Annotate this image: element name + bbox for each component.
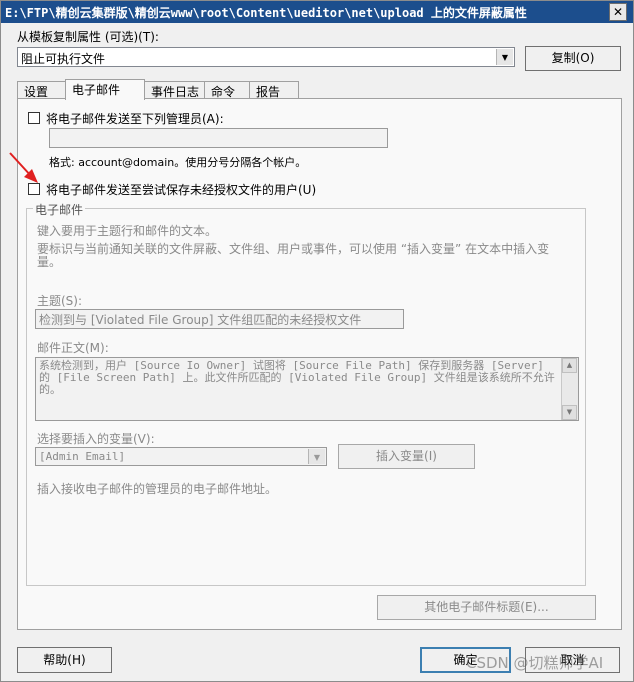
scroll-down-icon[interactable]: ▼ bbox=[562, 405, 577, 420]
chevron-down-icon[interactable]: ▼ bbox=[496, 49, 513, 65]
close-button[interactable]: ✕ bbox=[609, 3, 627, 21]
chevron-down-icon[interactable]: ▼ bbox=[308, 449, 325, 464]
email-tab-panel: 将电子邮件发送至下列管理员(A): 格式: account@domain。使用分… bbox=[9, 98, 622, 630]
tab-report[interactable]: 报告 bbox=[249, 81, 299, 99]
title-bar: E:\FTP\精创云集群版\精创云www\root\Content\uedito… bbox=[1, 1, 633, 23]
send-user-label: 将电子邮件发送至尝试保存未经授权文件的用户(U) bbox=[46, 183, 317, 197]
template-select[interactable]: 阻止可执行文件 ▼ bbox=[17, 47, 515, 67]
subject-label: 主题(S): bbox=[37, 294, 83, 308]
email-groupbox: 电子邮件 键入要用于主题行和邮件的文本。 要标识与当前通知关联的文件屏蔽、文件组… bbox=[26, 201, 586, 586]
window-title: E:\FTP\精创云集群版\精创云www\root\Content\uedito… bbox=[5, 6, 527, 20]
copy-button[interactable]: 复制(O) bbox=[525, 46, 621, 71]
email-group-title: 电子邮件 bbox=[33, 201, 86, 218]
scroll-up-icon[interactable]: ▲ bbox=[562, 358, 577, 373]
insert-variable-button[interactable]: 插入变量(I) bbox=[338, 444, 475, 469]
send-user-checkbox[interactable] bbox=[28, 183, 40, 195]
properties-dialog: E:\FTP\精创云集群版\精创云www\root\Content\uedito… bbox=[0, 0, 634, 682]
tab-email[interactable]: 电子邮件 bbox=[65, 79, 145, 100]
help-button[interactable]: 帮助(H) bbox=[17, 647, 112, 673]
template-label: 从模板复制属性 (可选)(T): bbox=[17, 30, 159, 44]
tab-command[interactable]: 命令 bbox=[204, 81, 250, 99]
send-admin-label: 将电子邮件发送至下列管理员(A): bbox=[46, 112, 224, 126]
body-label: 邮件正文(M): bbox=[37, 341, 109, 355]
watermark-text: CSDN @切糕师学AI bbox=[466, 654, 604, 672]
variable-selected-value: [Admin Email] bbox=[39, 450, 126, 463]
intro-text-1: 键入要用于主题行和邮件的文本。 bbox=[37, 224, 218, 238]
body-textarea[interactable]: 系统检测到，用户 [Source Io Owner] 试图将 [Source F… bbox=[35, 357, 579, 421]
body-text: 系统检测到，用户 [Source Io Owner] 试图将 [Source F… bbox=[39, 359, 555, 396]
tab-settings[interactable]: 设置 bbox=[17, 81, 66, 99]
variable-select[interactable]: [Admin Email] ▼ bbox=[35, 447, 327, 466]
red-arrow-icon bbox=[9, 152, 38, 183]
variable-description: 插入接收电子邮件的管理员的电子邮件地址。 bbox=[37, 482, 278, 496]
subject-field[interactable]: 检测到与 [Violated File Group] 文件组匹配的未经授权文件 bbox=[35, 309, 404, 329]
send-admin-checkbox[interactable] bbox=[28, 112, 40, 124]
tab-event-log[interactable]: 事件日志 bbox=[144, 81, 205, 99]
format-hint: 格式: account@domain。使用分号分隔各个帐户。 bbox=[49, 156, 307, 169]
intro-text-2: 要标识与当前通知关联的文件屏蔽、文件组、用户或事件，可以使用 “插入变量” 在文… bbox=[37, 242, 550, 269]
body-scrollbar[interactable]: ▲ ▼ bbox=[561, 358, 578, 420]
variable-label: 选择要插入的变量(V): bbox=[37, 432, 155, 446]
other-email-headers-button[interactable]: 其他电子邮件标题(E)... bbox=[377, 595, 596, 620]
template-selected-value: 阻止可执行文件 bbox=[21, 52, 106, 66]
admin-email-field[interactable] bbox=[49, 128, 388, 148]
